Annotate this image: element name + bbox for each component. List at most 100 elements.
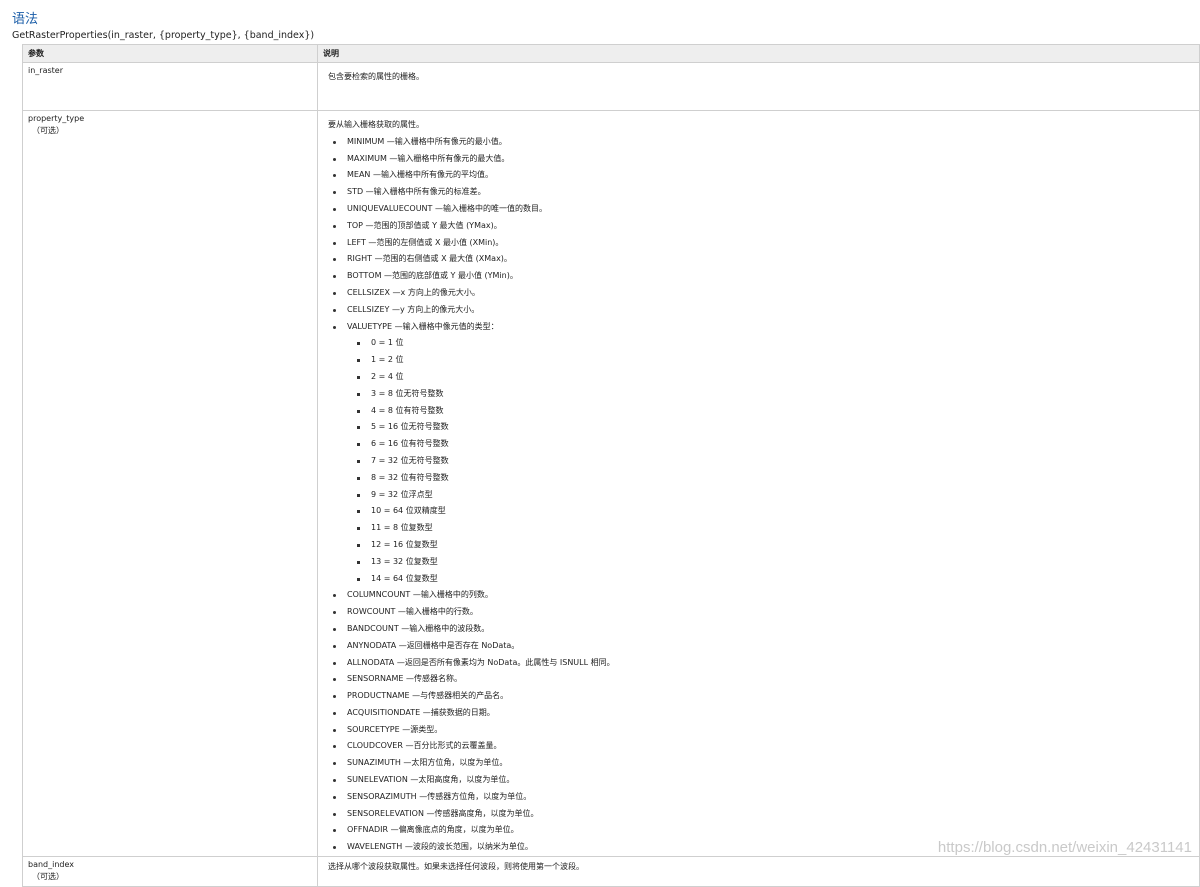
value-type-item: 4 = 8 位有符号整数 bbox=[328, 403, 1199, 420]
bullet-icon bbox=[333, 191, 336, 195]
item-text: 14 = 64 位复数型 bbox=[371, 573, 438, 583]
value-type-item: 2 = 4 位 bbox=[328, 369, 1199, 386]
property-item: RIGHT —范围的右侧值或 X 最大值 (XMax)。 bbox=[328, 251, 1199, 268]
param-description: 要从输入栅格获取的属性。 bbox=[328, 120, 424, 129]
square-bullet-icon bbox=[357, 392, 360, 396]
item-text: 4 = 8 位有符号整数 bbox=[371, 405, 444, 415]
bullet-icon bbox=[333, 157, 336, 161]
property-type-list: MINIMUM —输入栅格中所有像元的最小值。 MAXIMUM —输入栅格中所有像… bbox=[328, 134, 1199, 856]
bullet-icon bbox=[333, 795, 336, 799]
square-bullet-icon bbox=[357, 426, 360, 430]
item-text: 11 = 8 位复数型 bbox=[371, 523, 433, 533]
square-bullet-icon bbox=[357, 476, 360, 480]
property-item: LEFT —范围的左侧值或 X 最小值 (XMin)。 bbox=[328, 235, 1199, 252]
param-name: property_type bbox=[28, 114, 85, 123]
value-type-item: 6 = 16 位有符号整数 bbox=[328, 436, 1199, 453]
header-description: 说明 bbox=[317, 44, 1200, 63]
square-bullet-icon bbox=[357, 543, 360, 547]
optional-label: （可选） bbox=[32, 872, 64, 882]
bullet-icon bbox=[333, 829, 336, 833]
item-text: ACQUISITIONDATE —捕获数据的日期。 bbox=[347, 707, 495, 717]
property-item: MINIMUM —输入栅格中所有像元的最小值。 bbox=[328, 134, 1199, 151]
bullet-icon bbox=[333, 325, 336, 329]
item-text: 12 = 16 位复数型 bbox=[371, 539, 438, 549]
item-text: CELLSIZEX —x 方向上的像元大小。 bbox=[347, 287, 480, 297]
param-property-type: property_type （可选） bbox=[22, 109, 318, 858]
bullet-icon bbox=[333, 762, 336, 766]
parameters-table: 参数 说明 in_raster 包含要检索的属性的栅格。 property_ty… bbox=[22, 44, 1200, 887]
bullet-icon bbox=[333, 812, 336, 816]
item-text: 0 = 1 位 bbox=[371, 338, 404, 348]
item-text: BOTTOM —范围的底部值或 Y 最小值 (YMin)。 bbox=[347, 271, 518, 281]
bullet-icon bbox=[333, 308, 336, 312]
property-item: ANYNODATA —返回栅格中是否存在 NoData。 bbox=[328, 638, 1199, 655]
value-type-sublist-container: 0 = 1 位 1 = 2 位 2 = 4 位 3 = 8 位无符号整数 4 = 8 位… bbox=[328, 335, 1199, 587]
item-text: COLUMNCOUNT —输入栅格中的列数。 bbox=[347, 590, 493, 600]
param-description: 选择从哪个波段获取属性。如果未选择任何波段，则将使用第一个波段。 bbox=[328, 862, 584, 872]
value-type-item: 13 = 32 位复数型 bbox=[328, 554, 1199, 571]
item-text: ANYNODATA —返回栅格中是否存在 NoData。 bbox=[347, 640, 520, 650]
property-item: SENSORNAME —传感器名称。 bbox=[328, 671, 1199, 688]
property-item: PRODUCTNAME —与传感器相关的产品名。 bbox=[328, 688, 1199, 705]
item-text: CELLSIZEY —y 方向上的像元大小。 bbox=[347, 304, 480, 314]
table-row: in_raster 包含要检索的属性的栅格。 bbox=[22, 62, 1200, 111]
bullet-icon bbox=[333, 779, 336, 783]
bullet-icon bbox=[333, 241, 336, 245]
square-bullet-icon bbox=[357, 493, 360, 497]
desc-property-type: 要从输入栅格获取的属性。 MINIMUM —输入栅格中所有像元的最小值。 MAXI… bbox=[317, 109, 1200, 858]
bullet-icon bbox=[333, 140, 336, 144]
item-text: LEFT —范围的左侧值或 X 最小值 (XMin)。 bbox=[347, 237, 504, 247]
table-row: property_type （可选） 要从输入栅格获取的属性。 MINIMUM … bbox=[22, 109, 1200, 858]
bullet-icon bbox=[333, 678, 336, 682]
item-text: BANDCOUNT —输入栅格中的波段数。 bbox=[347, 623, 490, 633]
syntax-signature: GetRasterProperties(in_raster, {property… bbox=[12, 30, 315, 41]
value-type-item: 1 = 2 位 bbox=[328, 352, 1199, 369]
value-type-item: 5 = 16 位无符号整数 bbox=[328, 419, 1199, 436]
item-text: MINIMUM —输入栅格中所有像元的最小值。 bbox=[347, 136, 507, 146]
bullet-icon bbox=[333, 174, 336, 178]
item-text: MAXIMUM —输入栅格中所有像元的最大值。 bbox=[347, 153, 510, 163]
square-bullet-icon bbox=[357, 409, 360, 413]
value-type-item: 3 = 8 位无符号整数 bbox=[328, 386, 1199, 403]
item-text: 3 = 8 位无符号整数 bbox=[371, 388, 444, 398]
value-type-list: 0 = 1 位 1 = 2 位 2 = 4 位 3 = 8 位无符号整数 4 = 8 位… bbox=[328, 335, 1199, 587]
item-text: ALLNODATA —返回是否所有像素均为 NoData。此属性与 ISNULL… bbox=[347, 657, 615, 667]
property-item: BOTTOM —范围的底部值或 Y 最小值 (YMin)。 bbox=[328, 268, 1199, 285]
bullet-icon bbox=[333, 711, 336, 715]
property-item: ALLNODATA —返回是否所有像素均为 NoData。此属性与 ISNULL… bbox=[328, 655, 1199, 672]
value-type-item: 7 = 32 位无符号整数 bbox=[328, 453, 1199, 470]
item-text: ROWCOUNT —输入栅格中的行数。 bbox=[347, 607, 478, 617]
property-item: OFFNADIR —偏离像底点的角度，以度为单位。 bbox=[328, 822, 1199, 839]
square-bullet-icon bbox=[357, 577, 360, 581]
property-item: SOURCETYPE —源类型。 bbox=[328, 722, 1199, 739]
property-item: CLOUDCOVER —百分比形式的云覆盖量。 bbox=[328, 738, 1199, 755]
item-text: OFFNADIR —偏离像底点的角度，以度为单位。 bbox=[347, 825, 519, 835]
bullet-icon bbox=[333, 594, 336, 598]
item-text: RIGHT —范围的右侧值或 X 最大值 (XMax)。 bbox=[347, 254, 512, 264]
param-name: in_raster bbox=[28, 66, 63, 75]
value-type-item: 10 = 64 位双精度型 bbox=[328, 503, 1199, 520]
bullet-icon bbox=[333, 224, 336, 228]
property-item: CELLSIZEY —y 方向上的像元大小。 bbox=[328, 302, 1199, 319]
bullet-icon bbox=[333, 611, 336, 615]
table-row: band_index （可选） 选择从哪个波段获取属性。如果未选择任何波段，则将… bbox=[22, 856, 1200, 887]
item-text: SENSORELEVATION —传感器高度角，以度为单位。 bbox=[347, 808, 539, 818]
item-text: CLOUDCOVER —百分比形式的云覆盖量。 bbox=[347, 741, 502, 751]
item-text: UNIQUEVALUECOUNT —输入栅格中的唯一值的数目。 bbox=[347, 203, 547, 213]
property-item: SENSORELEVATION —传感器高度角，以度为单位。 bbox=[328, 806, 1199, 823]
item-text: 5 = 16 位无符号整数 bbox=[371, 422, 449, 432]
property-item: CELLSIZEX —x 方向上的像元大小。 bbox=[328, 285, 1199, 302]
item-text: TOP —范围的顶部值或 Y 最大值 (YMax)。 bbox=[347, 220, 502, 230]
item-text: PRODUCTNAME —与传感器相关的产品名。 bbox=[347, 691, 509, 701]
property-item: ACQUISITIONDATE —捕获数据的日期。 bbox=[328, 705, 1199, 722]
property-item: VALUETYPE —输入栅格中像元值的类型： bbox=[328, 319, 1199, 336]
bullet-icon bbox=[333, 291, 336, 295]
bullet-icon bbox=[333, 661, 336, 665]
item-text: 7 = 32 位无符号整数 bbox=[371, 455, 449, 465]
property-item: TOP —范围的顶部值或 Y 最大值 (YMax)。 bbox=[328, 218, 1199, 235]
value-type-item: 9 = 32 位浮点型 bbox=[328, 487, 1199, 504]
bullet-icon bbox=[333, 846, 336, 850]
item-text: SUNAZIMUTH —太阳方位角，以度为单位。 bbox=[347, 758, 508, 768]
item-text: 8 = 32 位有符号整数 bbox=[371, 472, 449, 482]
bullet-icon bbox=[333, 644, 336, 648]
